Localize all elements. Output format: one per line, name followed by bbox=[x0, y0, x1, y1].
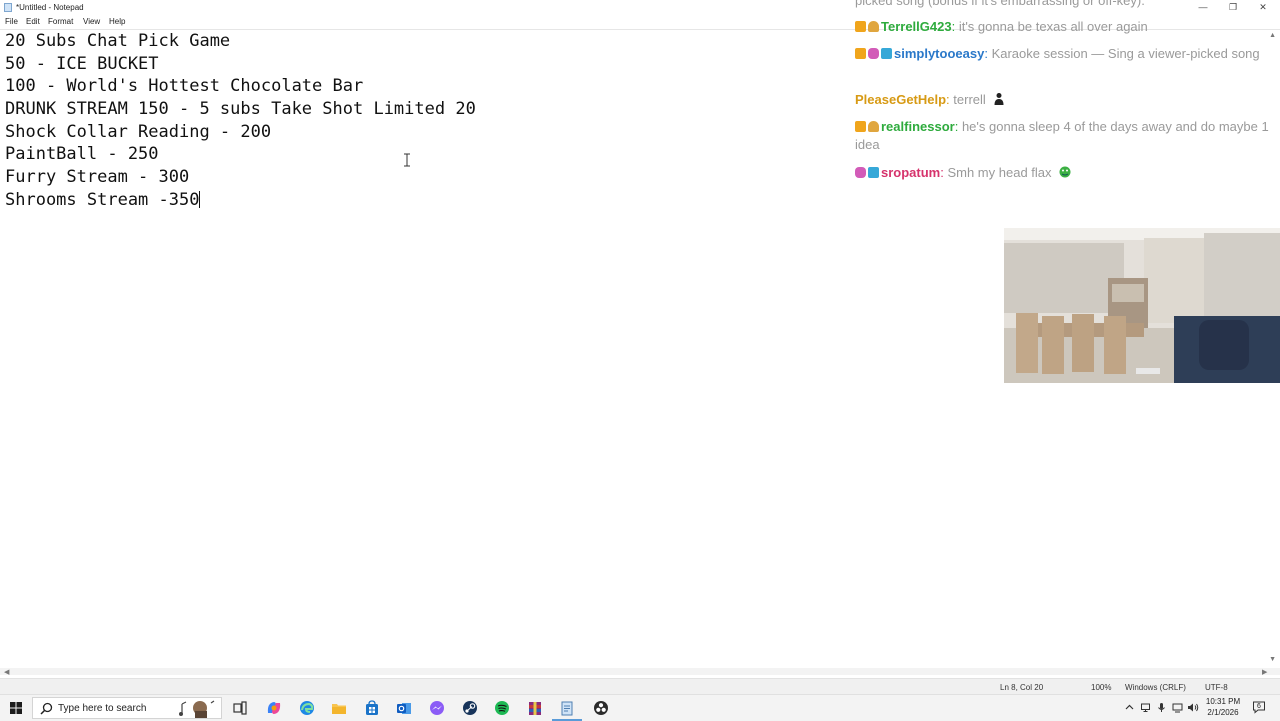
cube-icon bbox=[868, 167, 879, 178]
crown-icon bbox=[855, 121, 866, 132]
chat-username[interactable]: sropatum bbox=[881, 165, 940, 180]
chat-text: picked song (bonus if it's embarrassing … bbox=[855, 0, 1145, 8]
editor-line[interactable]: DRUNK STREAM 150 - 5 subs Take Shot Limi… bbox=[5, 98, 835, 121]
menu-edit[interactable]: Edit bbox=[26, 17, 40, 26]
editor-line[interactable]: PaintBall - 250 bbox=[5, 143, 835, 166]
editor-line[interactable]: Shock Collar Reading - 200 bbox=[5, 121, 835, 144]
editor-line[interactable]: Furry Stream - 300 bbox=[5, 166, 835, 189]
microphone-icon[interactable] bbox=[1156, 702, 1167, 713]
cube-icon bbox=[881, 48, 892, 59]
chat-message: PleaseGetHelp: terrell bbox=[855, 91, 1270, 109]
taskbar: Type here to search 10:31 PM 2/1/2026 6 bbox=[0, 694, 1280, 721]
network-icon[interactable] bbox=[1172, 702, 1183, 713]
chat-message: picked song (bonus if it's embarrassing … bbox=[855, 0, 1270, 10]
volume-icon[interactable] bbox=[1187, 702, 1199, 713]
text-caret bbox=[199, 190, 201, 208]
pet-icon bbox=[868, 121, 879, 132]
chat-text: Karaoke session — Sing a viewer-picked s… bbox=[991, 46, 1260, 61]
taskbar-search-box[interactable]: Type here to search bbox=[32, 697, 222, 719]
spotify-icon[interactable] bbox=[492, 699, 512, 717]
edge-icon[interactable] bbox=[297, 699, 317, 717]
chat-text: terrell bbox=[953, 92, 986, 107]
webcam-room-image bbox=[1004, 228, 1280, 383]
editor-line[interactable]: 20 Subs Chat Pick Game bbox=[5, 30, 835, 53]
search-placeholder: Type here to search bbox=[58, 703, 147, 714]
encoding: UTF-8 bbox=[1205, 683, 1228, 692]
person-emote-icon bbox=[994, 93, 1004, 105]
task-view-icon[interactable] bbox=[230, 699, 250, 717]
cortana-icon[interactable] bbox=[178, 699, 218, 718]
steam-icon[interactable] bbox=[460, 699, 480, 717]
scroll-up-arrow-icon[interactable]: ▲ bbox=[1269, 32, 1276, 39]
chat-message: sropatum: Smh my head flax bbox=[855, 164, 1270, 182]
editor-line[interactable]: 50 - ICE BUCKET bbox=[5, 53, 835, 76]
chat-username[interactable]: simplytooeasy bbox=[894, 46, 984, 61]
clock-date[interactable]: 2/1/2026 bbox=[1205, 708, 1241, 717]
start-icon[interactable] bbox=[6, 699, 26, 717]
notification-center-button[interactable]: 6 bbox=[1252, 700, 1266, 714]
chat-username[interactable]: TerrellG423 bbox=[881, 19, 952, 34]
search-icon bbox=[40, 702, 53, 715]
chevron-up-icon[interactable] bbox=[1124, 702, 1135, 713]
chat-username[interactable]: PleaseGetHelp bbox=[855, 92, 946, 107]
scroll-down-arrow-icon[interactable]: ▼ bbox=[1269, 656, 1276, 663]
file-explorer-icon[interactable] bbox=[329, 699, 349, 717]
chat-message: realfinessor: he's gonna sleep 4 of the … bbox=[855, 119, 1269, 152]
winrar-icon[interactable] bbox=[525, 699, 545, 717]
clock-time[interactable]: 10:31 PM bbox=[1205, 697, 1241, 706]
outlook-icon[interactable] bbox=[394, 699, 414, 717]
menu-help[interactable]: Help bbox=[109, 17, 125, 26]
ibeam-cursor-icon bbox=[404, 153, 410, 167]
heart-icon bbox=[868, 48, 879, 59]
menu-file[interactable]: File bbox=[5, 17, 18, 26]
copilot-icon[interactable] bbox=[264, 699, 284, 717]
editor-line-text[interactable]: Shrooms Stream -350 bbox=[5, 190, 199, 210]
menu-view[interactable]: View bbox=[83, 17, 100, 26]
window-title: *Untitled - Notepad bbox=[16, 3, 84, 12]
monitor-icon[interactable] bbox=[1140, 702, 1151, 713]
cursor-position: Ln 8, Col 20 bbox=[1000, 683, 1044, 692]
status-bar: Ln 8, Col 20 100% Windows (CRLF) UTF-8 bbox=[0, 678, 1280, 695]
scroll-right-arrow-icon[interactable]: ▶ bbox=[1262, 668, 1267, 676]
notepad-icon bbox=[4, 3, 12, 12]
editor-line[interactable]: 100 - World's Hottest Chocolate Bar bbox=[5, 75, 835, 98]
webcam-feed bbox=[1004, 228, 1280, 383]
scroll-left-arrow-icon[interactable]: ◀ bbox=[4, 668, 9, 676]
crown-icon bbox=[855, 21, 866, 32]
crown-icon bbox=[855, 48, 866, 59]
menu-format[interactable]: Format bbox=[48, 17, 73, 26]
obs-icon[interactable] bbox=[591, 699, 611, 717]
editor-line-last[interactable]: Shrooms Stream -350 bbox=[5, 189, 835, 212]
chat-text: Smh my head flax bbox=[947, 165, 1052, 180]
menu-bar: File Edit Format View Help bbox=[0, 15, 820, 29]
line-ending: Windows (CRLF) bbox=[1125, 683, 1186, 692]
text-editor[interactable]: 20 Subs Chat Pick Game 50 - ICE BUCKET 1… bbox=[5, 30, 835, 212]
store-icon[interactable] bbox=[362, 699, 382, 717]
frog-emote-icon bbox=[1059, 166, 1071, 178]
chat-message: simplytooeasy: Karaoke session — Sing a … bbox=[855, 45, 1270, 63]
chat-text: it's gonna be texas all over again bbox=[958, 19, 1148, 34]
messenger-icon[interactable] bbox=[427, 699, 447, 717]
zoom-level: 100% bbox=[1091, 683, 1112, 692]
notification-count: 6 bbox=[1257, 703, 1261, 710]
notepad-icon[interactable] bbox=[557, 699, 577, 717]
pet-icon bbox=[868, 21, 879, 32]
chat-message: TerrellG423: it's gonna be texas all ove… bbox=[855, 18, 1270, 36]
heart-icon bbox=[855, 167, 866, 178]
horizontal-scrollbar[interactable] bbox=[0, 668, 1280, 675]
chat-username[interactable]: realfinessor bbox=[881, 119, 955, 134]
